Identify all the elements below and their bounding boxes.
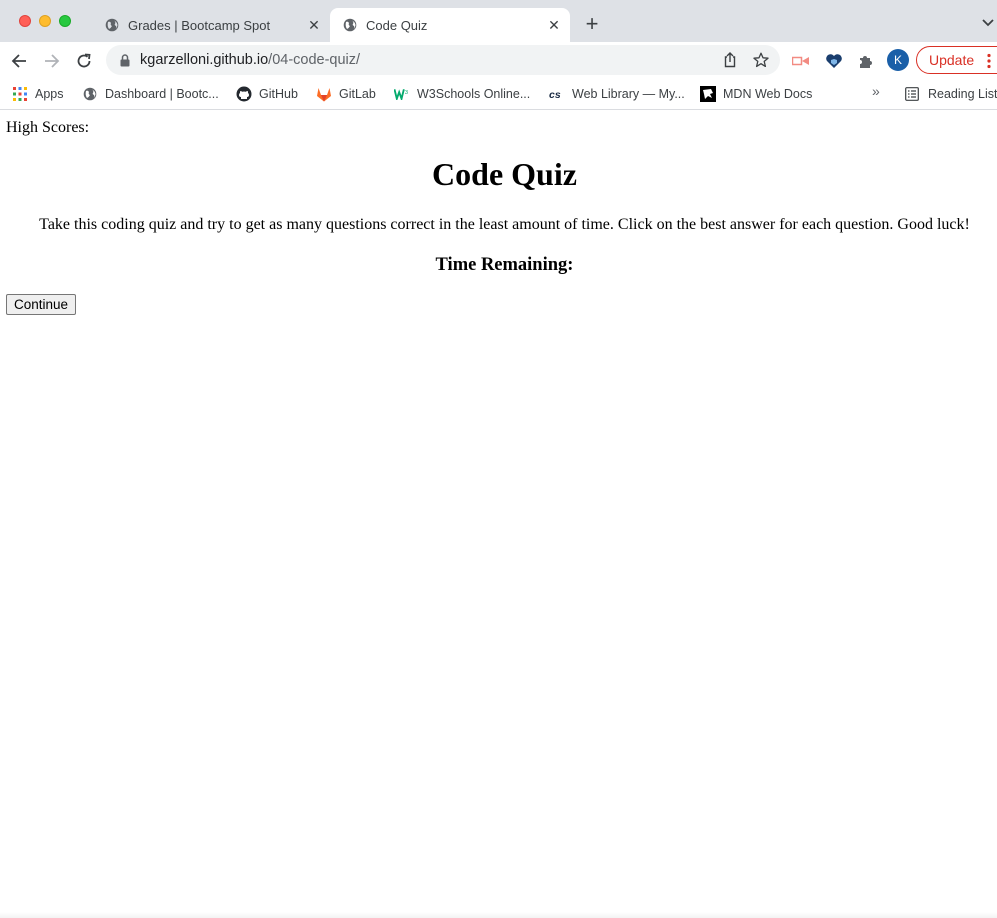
mdn-icon: [700, 86, 716, 102]
close-tab-icon[interactable]: ✕: [306, 17, 322, 33]
w3schools-icon: 3: [394, 86, 410, 102]
tab-code-quiz[interactable]: Code Quiz ✕: [330, 8, 570, 42]
bookmark-web-library[interactable]: cs Web Library — My...: [549, 83, 685, 105]
reload-button[interactable]: [73, 50, 95, 72]
globe-icon: [342, 17, 358, 33]
chevron-down-icon[interactable]: [981, 16, 995, 30]
minimize-window-button[interactable]: [39, 15, 51, 27]
bookmarks-overflow-button[interactable]: »: [872, 83, 880, 99]
browser-toolbar: kgarzelloni.github.io/04-code-quiz/ K Up…: [0, 42, 997, 79]
bookmark-label: GitHub: [259, 87, 298, 101]
time-remaining-label: Time Remaining:: [435, 255, 574, 275]
url-text[interactable]: kgarzelloni.github.io/04-code-quiz/: [140, 52, 360, 68]
forward-arrow-icon: [45, 54, 60, 68]
tab-strip: Grades | Bootcamp Spot ✕ Code Quiz ✕ +: [0, 0, 997, 42]
close-window-button[interactable]: [19, 15, 31, 27]
bookmarks-bar: Apps Dashboard | Bootc... GitHub GitLab …: [0, 79, 997, 110]
page-bottom-edge: [0, 912, 997, 918]
close-tab-icon[interactable]: ✕: [546, 17, 562, 33]
update-button[interactable]: Update: [916, 46, 997, 74]
zoom-window-button[interactable]: [59, 15, 71, 27]
url-path: /04-code-quiz/: [268, 52, 361, 68]
address-bar[interactable]: kgarzelloni.github.io/04-code-quiz/: [106, 45, 780, 75]
bookmark-gitlab[interactable]: GitLab: [316, 83, 376, 105]
tab-title: Grades | Bootcamp Spot: [128, 17, 271, 33]
puzzle-extensions-icon[interactable]: [857, 52, 875, 70]
profile-avatar[interactable]: K: [887, 49, 909, 71]
bookmark-star-icon[interactable]: [753, 52, 769, 68]
reading-list-button[interactable]: Reading List: [904, 83, 997, 105]
github-icon: [236, 86, 252, 102]
back-arrow-icon: [11, 54, 26, 68]
bookmark-label: GitLab: [339, 87, 376, 101]
bookmark-dashboard[interactable]: Dashboard | Bootc...: [82, 83, 219, 105]
bookmark-label: W3Schools Online...: [417, 87, 531, 101]
page-title: Code Quiz: [432, 156, 577, 192]
globe-icon: [104, 17, 120, 33]
globe-icon: [82, 86, 98, 102]
gitlab-icon: [316, 86, 332, 102]
high-scores-link[interactable]: High Scores:: [6, 119, 89, 137]
tab-title: Code Quiz: [366, 17, 428, 33]
quiz-instructions: Take this coding quiz and try to get as …: [39, 216, 970, 233]
bookmark-apps[interactable]: Apps: [12, 83, 64, 105]
cast-extension-icon[interactable]: [792, 52, 810, 70]
cs-icon: cs: [549, 86, 565, 102]
bookmark-label: Web Library — My...: [572, 87, 685, 101]
continue-button[interactable]: Continue: [6, 294, 77, 315]
svg-text:3: 3: [405, 90, 408, 96]
more-menu-icon: [987, 53, 991, 69]
bookmark-w3schools[interactable]: 3 W3Schools Online...: [394, 83, 530, 105]
reload-icon: [77, 53, 91, 68]
new-tab-button[interactable]: +: [582, 13, 602, 35]
svg-text:cs: cs: [549, 89, 561, 100]
bookmark-label: MDN Web Docs: [723, 87, 813, 101]
heart-shield-extension-icon[interactable]: [825, 52, 843, 70]
share-icon[interactable]: [722, 52, 738, 68]
forward-button[interactable]: [41, 50, 63, 72]
update-label: Update: [929, 52, 975, 68]
back-button[interactable]: [8, 50, 30, 72]
page-content: High Scores: Code Quiz Take this coding …: [0, 111, 997, 918]
bookmark-mdn[interactable]: MDN Web Docs: [700, 83, 812, 105]
url-domain: kgarzelloni.github.io: [140, 52, 269, 68]
bookmark-label: Dashboard | Bootc...: [105, 87, 219, 101]
lock-icon[interactable]: [118, 53, 132, 67]
reading-list-icon: [904, 86, 920, 102]
apps-grid-icon: [12, 86, 28, 102]
tab-grades[interactable]: Grades | Bootcamp Spot ✕: [92, 8, 330, 42]
reading-list-label: Reading List: [928, 87, 997, 101]
bookmark-github[interactable]: GitHub: [236, 83, 298, 105]
bookmark-label: Apps: [35, 87, 64, 101]
